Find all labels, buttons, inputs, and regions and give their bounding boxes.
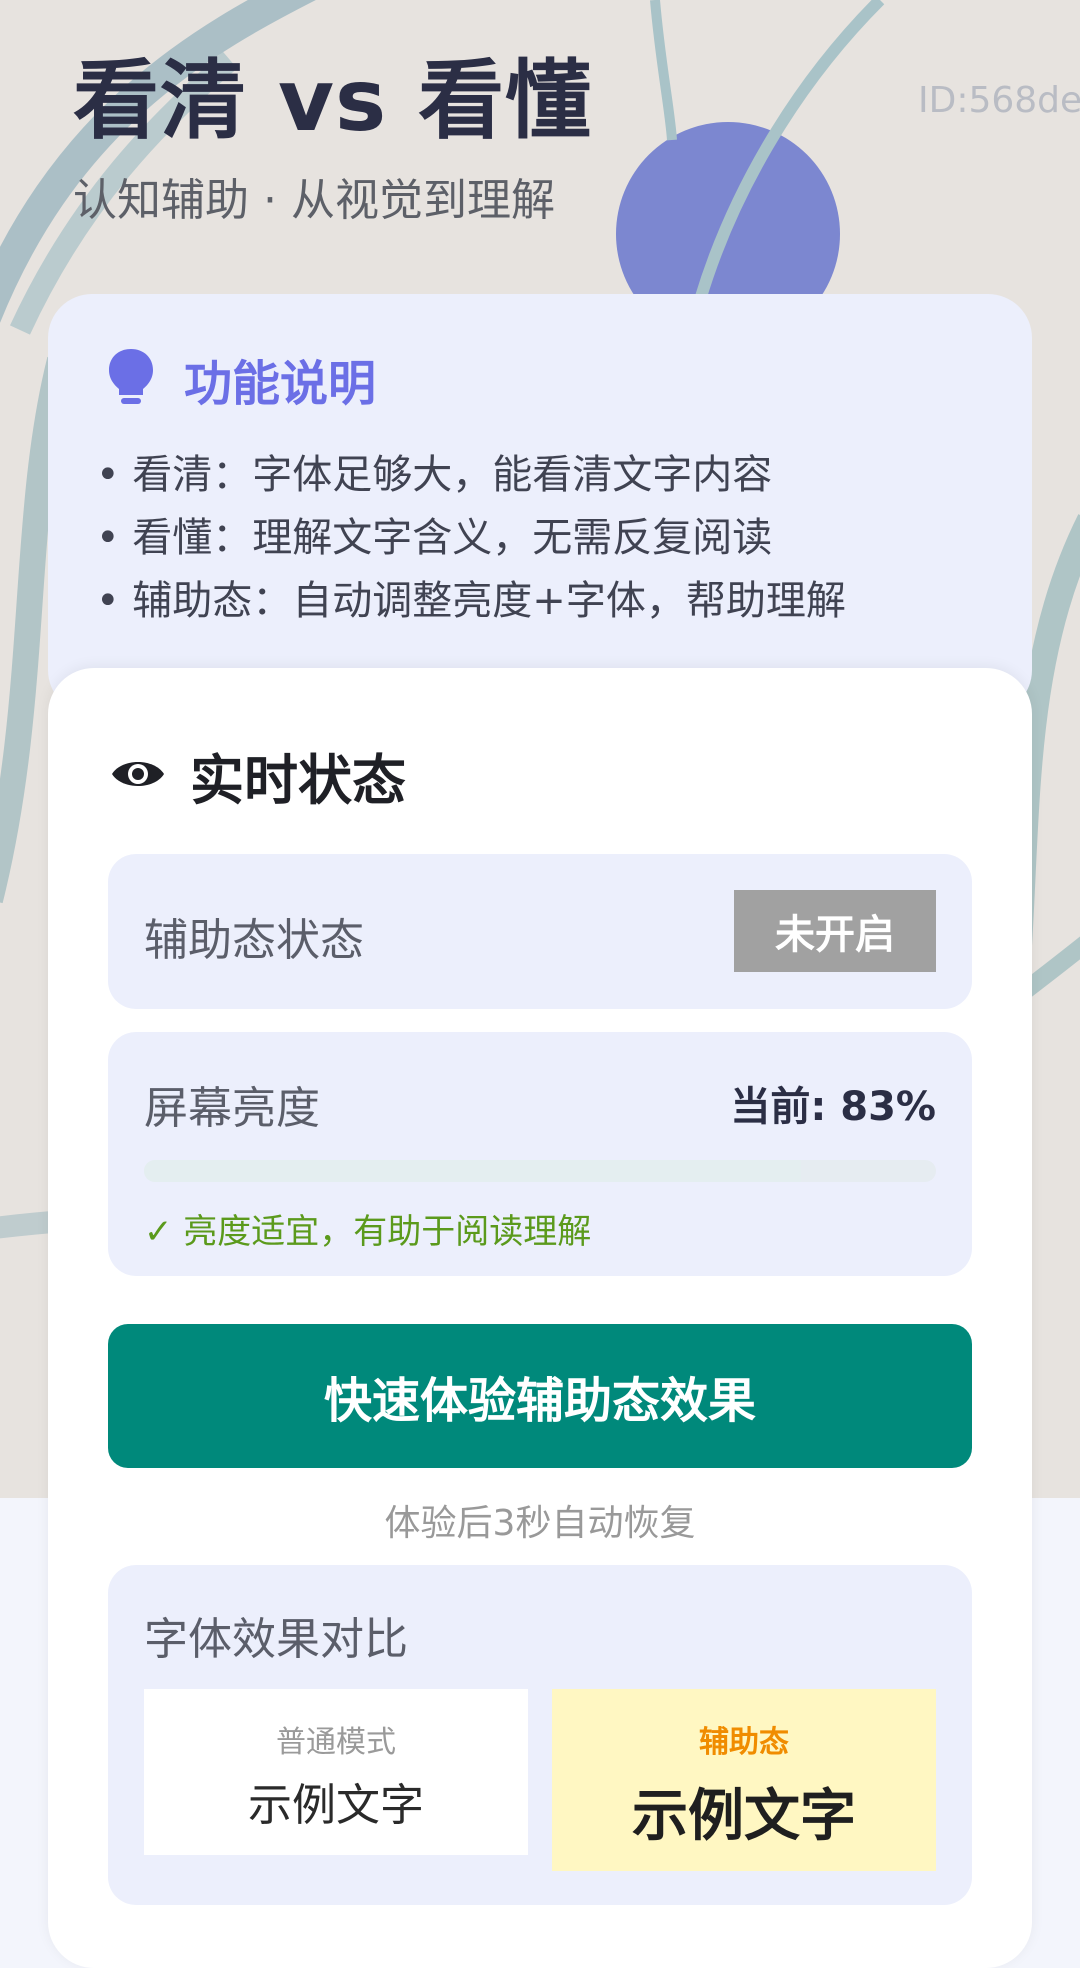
compare-normal-text: 示例文字: [248, 1780, 424, 1831]
try-assist-button[interactable]: 快速体验辅助态效果: [108, 1324, 972, 1468]
brightness-value: 当前: 83%: [730, 1084, 936, 1130]
compare-normal-label: 普通模式: [276, 1725, 396, 1760]
info-line-assist: • 辅助态：自动调整亮度+字体，帮助理解: [96, 578, 846, 624]
page-subtitle: 认知辅助 · 从视觉到理解: [73, 175, 555, 226]
info-lines: • 看清：字体足够大，能看清文字内容 • 看懂：理解文字含义，无需反复阅读 • …: [96, 444, 846, 633]
brightness-note: ✓ 亮度适宜，有助于阅读理解: [144, 1212, 592, 1252]
info-line-see: • 看清：字体足够大，能看清文字内容: [96, 452, 773, 498]
lightbulb-icon: [106, 347, 156, 411]
assist-status-badge: 未开启: [734, 890, 936, 972]
info-title: 功能说明: [184, 356, 377, 412]
info-title-row: 功能说明: [106, 344, 376, 414]
brightness-label: 屏幕亮度: [144, 1083, 320, 1134]
status-title: 实时状态: [190, 749, 406, 812]
id-label: ID:568de3: [918, 80, 1080, 121]
brightness-bar: [144, 1160, 936, 1182]
brightness-panel: 屏幕亮度 当前: 83% ✓ 亮度适宜，有助于阅读理解: [108, 1032, 972, 1276]
button-hint: 体验后3秒自动恢复: [384, 1503, 696, 1544]
eye-icon: [110, 754, 166, 798]
compare-assist-text: 示例文字: [632, 1784, 856, 1849]
assist-status-label: 辅助态状态: [144, 915, 364, 966]
compare-assist-label: 辅助态: [699, 1725, 789, 1760]
status-title-row: 实时状态: [110, 736, 406, 815]
page-title: 看清 vs 看懂: [73, 51, 593, 151]
feature-info-card: 功能说明 • 看清：字体足够大，能看清文字内容 • 看懂：理解文字含义，无需反复…: [48, 294, 1032, 714]
compare-normal-box: 普通模式 示例文字: [144, 1689, 528, 1855]
font-compare-panel: 字体效果对比 普通模式 示例文字 辅助态 示例文字: [108, 1565, 972, 1905]
assist-status-panel: 辅助态状态 未开启: [108, 854, 972, 1009]
brightness-bar-fill: [144, 1160, 802, 1182]
info-line-understand: • 看懂：理解文字含义，无需反复阅读: [96, 515, 773, 561]
compare-title: 字体效果对比: [144, 1614, 408, 1665]
status-card: 实时状态 辅助态状态 未开启 屏幕亮度 当前: 83% ✓ 亮度适宜，有助于阅读…: [48, 668, 1032, 1968]
compare-assist-box: 辅助态 示例文字: [552, 1689, 936, 1871]
